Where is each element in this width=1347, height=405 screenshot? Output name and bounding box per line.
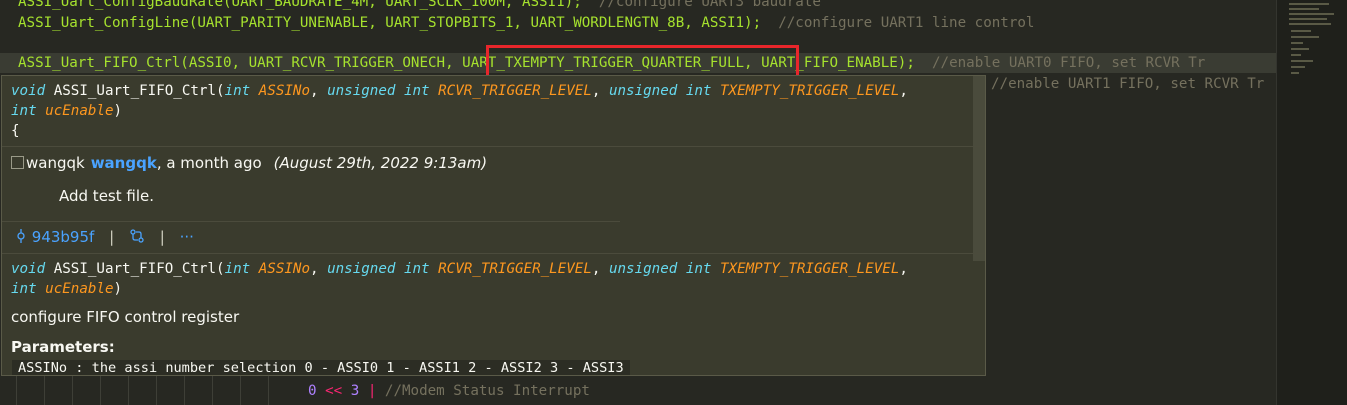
code-editor-bottom[interactable]: [0, 376, 1276, 405]
divider: [2, 221, 620, 222]
git-commit-icon: [17, 229, 25, 243]
divider: [2, 253, 985, 254]
more-actions-button[interactable]: ···: [180, 228, 194, 246]
code-line[interactable]: ASSI_Uart_ConfigBaudRate(UART_BAUDRATE_4…: [18, 0, 821, 12]
code-line[interactable]: 0 << 3 | //Modem Status Interrupt: [308, 381, 590, 401]
parameter-doc: ASSINo : the assi number selection 0 - A…: [12, 360, 630, 375]
code-line-comment: //enable UART1 FIFO, set RCVR Tr: [991, 76, 1265, 92]
commit-message: Add test file.: [59, 187, 154, 205]
hover-scrollbar-thumb[interactable]: [973, 76, 985, 261]
parameters-heading: Parameters:: [11, 338, 115, 356]
code-line[interactable]: ASSI_Uart_ConfigLine(UART_PARITY_UNENABL…: [18, 13, 1034, 33]
signature-line-1: void ASSI_Uart_FIFO_Ctrl(int ASSINo, uns…: [11, 83, 908, 99]
minimap[interactable]: [1276, 0, 1347, 405]
function-description: configure FIFO control register: [11, 308, 240, 326]
hover-tooltip: void ASSI_Uart_FIFO_Ctrl(int ASSINo, uns…: [1, 75, 986, 376]
commit-link[interactable]: 943b95f: [15, 228, 99, 246]
avatar: [11, 156, 24, 169]
hover-scrollbar[interactable]: [973, 76, 985, 375]
signature-line-1: void ASSI_Uart_FIFO_Ctrl(int ASSINo, uns…: [11, 261, 908, 277]
signature-line-2: int ucEnable): [11, 281, 123, 297]
divider: [2, 146, 985, 147]
signature-line-2: int ucEnable): [11, 103, 123, 119]
blame-info: wangqk wangqk, a month ago (August 29th, 2…: [11, 153, 487, 173]
compare-changes-icon[interactable]: [129, 228, 150, 246]
commit-actions: 943b95f | | ···: [15, 227, 194, 247]
brace: {: [11, 123, 20, 139]
author-link[interactable]: wangqk: [91, 154, 157, 172]
